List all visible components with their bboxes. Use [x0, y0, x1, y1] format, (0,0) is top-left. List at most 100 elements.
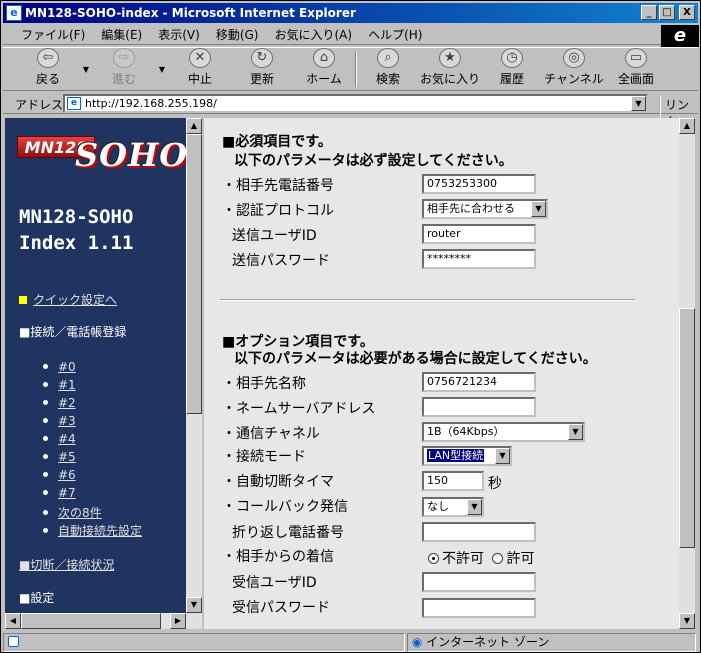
ie-page-icon: e: [6, 5, 22, 21]
entry-link-5[interactable]: #5: [43, 450, 76, 464]
search-button[interactable]: ⌕ 検索: [357, 48, 419, 90]
quick-setup-link[interactable]: クイック設定へ: [19, 291, 117, 308]
channels-icon: ◎: [563, 48, 585, 68]
content-frame: ■必須項目です。 以下のパラメータは必ず設定してください。 ・相手先電話番号 0…: [204, 118, 679, 629]
bullet-dot-icon: [43, 510, 48, 515]
address-bar: アドレス e http://192.168.255.198/ ▼ リンク: [3, 92, 698, 130]
phone-input[interactable]: 0753253300: [422, 174, 536, 194]
status-bar: ◉ インターネット ゾーン: [3, 633, 698, 652]
scroll-right-icon[interactable]: ▶: [170, 613, 186, 629]
callback-select[interactable]: なし ▼: [422, 497, 484, 517]
mode-select[interactable]: LAN型接続 ▼: [422, 446, 512, 466]
entry-link-2[interactable]: #2: [43, 396, 76, 410]
channel-select[interactable]: 1B（64Kbps） ▼: [422, 422, 585, 442]
scroll-up-icon[interactable]: ▲: [679, 118, 695, 134]
history-icon: ◷: [501, 48, 523, 68]
sidebar-version: Index 1.11: [19, 232, 134, 254]
content-scroll-thumb[interactable]: [679, 308, 695, 548]
disconnect-status-link[interactable]: ■切断／接続状況: [19, 556, 114, 573]
chevron-down-icon: ▼: [495, 448, 510, 464]
back-arrow-icon: ⇦: [37, 48, 59, 68]
home-button[interactable]: ⌂ ホーム: [293, 48, 355, 90]
menu-go[interactable]: 移動(G): [216, 26, 259, 43]
bullet-dot-icon: [43, 490, 48, 495]
status-zone-cell: ◉ インターネット ゾーン: [406, 633, 696, 652]
sidebar-vscrollbar[interactable]: ▲ ▼: [186, 118, 202, 613]
menu-favorites[interactable]: お気に入り(A): [274, 26, 352, 43]
menu-edit[interactable]: 編集(E): [101, 26, 142, 43]
back-dropdown-icon[interactable]: ▼: [79, 48, 93, 90]
forward-arrow-icon: ⇨: [113, 48, 135, 68]
menu-file[interactable]: ファイル(F): [21, 26, 85, 43]
close-button[interactable]: X: [679, 5, 695, 20]
toolbar: ⇦ 戻る ▼ ⇨ 進む ▼ ✕ 中止 ↻ 更新 ⌂ ホーム ⌕ 検索 ★ お気に入り ◷ 履歴 …: [3, 47, 698, 91]
fullscreen-icon: ▭: [625, 48, 647, 68]
section-divider: [220, 299, 635, 301]
radio-checked-icon: [428, 553, 439, 564]
bullet-dot-icon: [43, 528, 48, 533]
required-subheading: 以下のパラメータは必ず設定してください。: [234, 153, 513, 169]
minimize-button[interactable]: _: [641, 5, 657, 20]
scroll-down-icon[interactable]: ▼: [186, 597, 202, 613]
optional-subheading: 以下のパラメータは必要がある場合に設定してください。: [234, 351, 597, 367]
content-vscrollbar[interactable]: ▲ ▼: [679, 118, 695, 629]
auto-connect-link[interactable]: 自動接続先設定: [43, 522, 142, 539]
entry-link-7[interactable]: #7: [43, 486, 76, 500]
refresh-button[interactable]: ↻ 更新: [231, 48, 293, 90]
sidebar-scroll-thumb[interactable]: [186, 134, 202, 414]
name-label: ・相手先名称: [222, 376, 306, 392]
scroll-down-icon[interactable]: ▼: [679, 613, 695, 629]
entry-link-6[interactable]: #6: [43, 468, 76, 482]
page-icon: e: [67, 97, 81, 110]
forward-button[interactable]: ⇨ 進む: [93, 48, 155, 90]
send-user-input[interactable]: router: [422, 224, 536, 244]
favorites-icon: ★: [439, 48, 461, 68]
required-heading: ■必須項目です。: [222, 134, 332, 150]
entry-link-4[interactable]: #4: [43, 432, 76, 446]
stop-button[interactable]: ✕ 中止: [169, 48, 231, 90]
auth-label: ・認証プロトコル: [222, 203, 334, 219]
fullscreen-button[interactable]: ▭ 全画面: [605, 48, 667, 90]
menu-help[interactable]: ヘルプ(H): [368, 26, 422, 43]
forward-dropdown-icon[interactable]: ▼: [155, 48, 169, 90]
entry-link-1[interactable]: #1: [43, 378, 76, 392]
refresh-icon: ↻: [251, 48, 273, 68]
browser-window: e MN128-SOHO-index - Microsoft Internet …: [0, 0, 701, 653]
incoming-deny-radio[interactable]: 不許可: [428, 551, 484, 567]
name-input[interactable]: 0756721234: [422, 372, 536, 392]
maximize-button[interactable]: □: [659, 5, 675, 20]
callback-number-input[interactable]: [422, 522, 536, 542]
search-icon: ⌕: [377, 48, 399, 68]
send-password-label: 送信パスワード: [232, 253, 330, 269]
address-input[interactable]: e http://192.168.255.198/ ▼: [63, 94, 648, 113]
entry-link-3[interactable]: #3: [43, 414, 76, 428]
entry-link-0[interactable]: #0: [43, 360, 76, 374]
sidebar-hscroll-thumb[interactable]: [21, 613, 161, 629]
back-button[interactable]: ⇦ 戻る: [17, 48, 79, 90]
connect-heading: ■接続／電話帳登録: [19, 325, 127, 339]
bullet-dot-icon: [43, 382, 48, 387]
callback-number-label: 折り返し電話番号: [232, 525, 344, 541]
incoming-allow-radio[interactable]: 許可: [492, 551, 534, 567]
ie-logo-icon: e: [661, 25, 699, 47]
dns-input[interactable]: [422, 397, 536, 417]
incoming-radio-group: 不許可 許可: [428, 548, 534, 568]
receive-user-input[interactable]: [422, 572, 536, 592]
menu-view[interactable]: 表示(V): [158, 26, 200, 43]
sidebar-hscrollbar[interactable]: ◀ ▶: [5, 613, 202, 629]
channel-label: ・通信チャネル: [222, 426, 320, 442]
timer-input[interactable]: 150: [422, 471, 484, 491]
next-entries-link[interactable]: 次の8件: [43, 504, 102, 521]
favorites-button[interactable]: ★ お気に入り: [419, 48, 481, 90]
channels-button[interactable]: ◎ チャンネル: [543, 48, 605, 90]
receive-password-input[interactable]: [422, 598, 536, 618]
scroll-left-icon[interactable]: ◀: [5, 613, 21, 629]
history-button[interactable]: ◷ 履歴: [481, 48, 543, 90]
sidebar-title: MN128-SOHO: [19, 206, 134, 228]
auth-select[interactable]: 相手先に合わせる ▼: [422, 199, 548, 219]
bullet-dot-icon: [43, 400, 48, 405]
scroll-up-icon[interactable]: ▲: [186, 118, 202, 134]
address-dropdown-icon[interactable]: ▼: [631, 96, 646, 111]
status-page-cell: [3, 633, 405, 652]
send-password-input[interactable]: ********: [422, 249, 536, 269]
